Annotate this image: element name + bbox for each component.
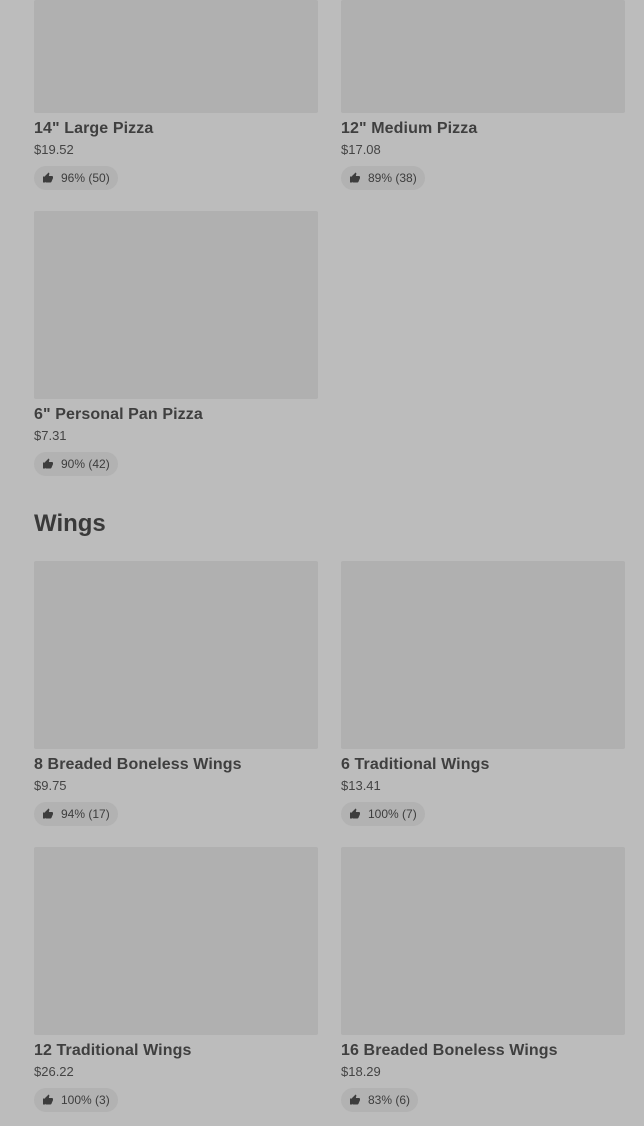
item-price: $19.52 [34, 142, 74, 157]
rating-badge: 100% (7) [341, 802, 425, 826]
thumbs-up-icon [350, 1094, 360, 1105]
item-image [34, 211, 318, 399]
item-image [341, 0, 625, 113]
thumbs-up-icon [43, 172, 53, 183]
item-price: $17.08 [341, 142, 381, 157]
menu-item-card[interactable]: 6 Traditional Wings $13.41 100% (7) [341, 561, 625, 826]
rating-text: 100% (3) [61, 1093, 110, 1107]
item-image [341, 561, 625, 749]
item-name: 16 Breaded Boneless Wings [341, 1042, 558, 1059]
menu-item-card[interactable]: 14" Large Pizza $19.52 96% (50) [34, 0, 318, 190]
thumbs-up-icon [43, 1094, 53, 1105]
rating-text: 100% (7) [368, 807, 417, 821]
rating-badge: 89% (38) [341, 166, 425, 190]
rating-text: 94% (17) [61, 807, 110, 821]
menu-item-card[interactable]: 6" Personal Pan Pizza $7.31 90% (42) [34, 211, 318, 476]
item-price: $9.75 [34, 778, 67, 793]
item-name: 12" Medium Pizza [341, 120, 478, 137]
rating-badge: 94% (17) [34, 802, 118, 826]
rating-badge: 100% (3) [34, 1088, 118, 1112]
menu-item-card[interactable]: 8 Breaded Boneless Wings $9.75 94% (17) [34, 561, 318, 826]
item-price: $18.29 [341, 1064, 381, 1079]
item-image [341, 847, 625, 1035]
item-price: $13.41 [341, 778, 381, 793]
menu-item-card[interactable]: 16 Breaded Boneless Wings $18.29 83% (6) [341, 847, 625, 1112]
rating-badge: 83% (6) [341, 1088, 419, 1112]
item-image [34, 847, 318, 1035]
item-name: 12 Traditional Wings [34, 1042, 192, 1059]
rating-badge: 90% (42) [34, 452, 118, 476]
item-price: $7.31 [34, 428, 67, 443]
rating-badge: 96% (50) [34, 166, 118, 190]
item-name: 6 Traditional Wings [341, 756, 490, 773]
thumbs-up-icon [350, 808, 360, 819]
rating-text: 96% (50) [61, 171, 110, 185]
rating-text: 90% (42) [61, 457, 110, 471]
item-name: 6" Personal Pan Pizza [34, 406, 203, 423]
thumbs-up-icon [350, 172, 360, 183]
item-price: $26.22 [34, 1064, 74, 1079]
item-name: 14" Large Pizza [34, 120, 154, 137]
thumbs-up-icon [43, 808, 53, 819]
menu-item-card[interactable]: 12 Traditional Wings $26.22 100% (3) [34, 847, 318, 1112]
item-image [34, 561, 318, 749]
item-image [34, 0, 318, 113]
rating-text: 89% (38) [368, 171, 417, 185]
menu-item-card[interactable]: 12" Medium Pizza $17.08 89% (38) [341, 0, 625, 190]
section-title-wings: Wings [34, 510, 106, 537]
rating-text: 83% (6) [368, 1093, 411, 1107]
thumbs-up-icon [43, 458, 53, 469]
item-name: 8 Breaded Boneless Wings [34, 756, 242, 773]
